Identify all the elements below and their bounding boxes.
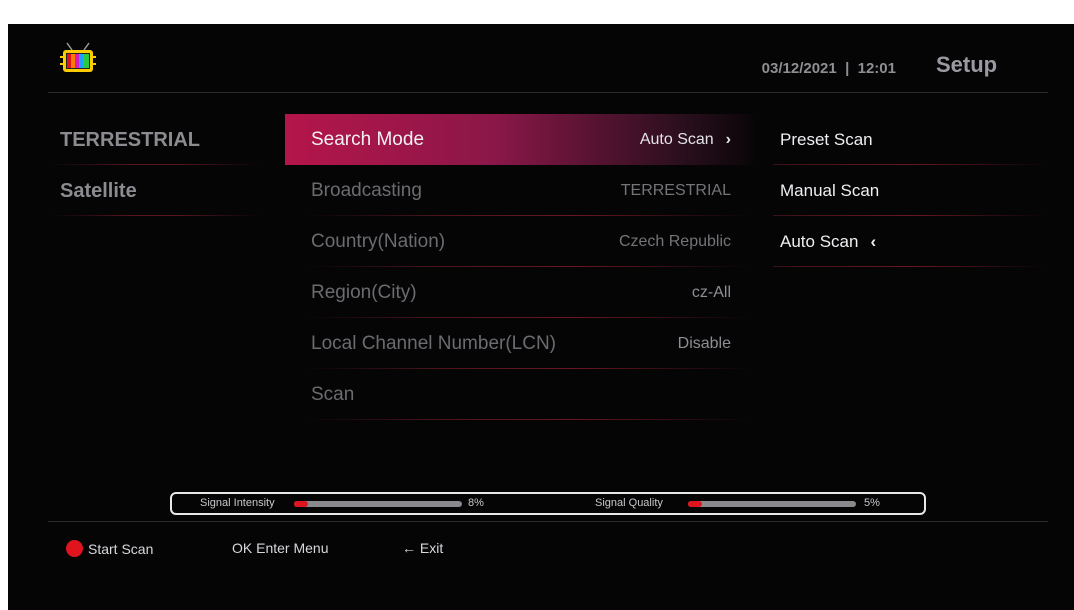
menu-item-value: Auto Scan › xyxy=(640,131,731,149)
tab-terrestrial-label: TERRESTRIAL xyxy=(60,128,200,151)
signal-quality-fill xyxy=(688,501,702,507)
menu-item-broadcasting[interactable]: Broadcasting TERRESTRIAL xyxy=(285,165,753,216)
option-label: Manual Scan xyxy=(780,180,880,200)
menu-item-country[interactable]: Country(Nation) Czech Republic xyxy=(285,216,753,267)
tv-logo-icon xyxy=(60,42,96,72)
time: 12:01 xyxy=(857,60,896,77)
enter-menu-button[interactable]: OK Enter Menu xyxy=(232,540,329,556)
enter-menu-label: Enter Menu xyxy=(256,540,329,556)
search-mode-options: Preset Scan Manual Scan Auto Scan ‹ xyxy=(773,114,1048,267)
settings-menu: Search Mode Auto Scan › Broadcasting TERR… xyxy=(285,114,753,420)
tab-satellite-label: Satellite xyxy=(60,179,137,202)
start-scan-button[interactable]: Start Scan xyxy=(66,540,153,557)
tv-setup-screen: 03/12/2021 | 12:01 Setup TERRESTRIAL Sat… xyxy=(8,24,1074,610)
red-button-icon xyxy=(66,540,83,557)
signal-quality-bar xyxy=(688,501,856,507)
menu-item-label: Broadcasting xyxy=(311,179,422,201)
option-auto-scan[interactable]: Auto Scan ‹ xyxy=(773,216,1048,267)
option-label: Auto Scan xyxy=(780,231,859,251)
tab-terrestrial[interactable]: TERRESTRIAL xyxy=(50,115,260,165)
menu-item-region[interactable]: Region(City) cz-All xyxy=(285,267,753,318)
menu-item-lcn[interactable]: Local Channel Number(LCN) Disable xyxy=(285,318,753,369)
option-preset-scan[interactable]: Preset Scan xyxy=(773,114,1048,165)
menu-item-value: TERRESTRIAL xyxy=(620,181,731,199)
menu-item-label: Scan xyxy=(311,383,355,405)
start-scan-label: Start Scan xyxy=(88,540,154,557)
cropped-caption-strip xyxy=(0,0,1074,24)
menu-item-value: cz-All xyxy=(691,283,731,301)
date-time: 03/12/2021 | 12:01 xyxy=(762,60,896,77)
menu-item-label: Local Channel Number(LCN) xyxy=(311,332,556,354)
signal-intensity-bar xyxy=(294,501,462,507)
ok-key-label: OK xyxy=(232,540,253,556)
chevron-right-icon: › xyxy=(725,130,731,148)
signal-quality-label: Signal Quality xyxy=(595,497,663,509)
option-label: Preset Scan xyxy=(780,129,873,149)
signal-quality-value: 5% xyxy=(864,497,880,509)
signal-intensity-label: Signal Intensity xyxy=(200,497,275,509)
footer-divider xyxy=(48,521,1048,522)
signal-intensity-fill xyxy=(294,501,308,507)
tab-satellite[interactable]: Satellite xyxy=(50,166,260,216)
header-divider xyxy=(48,92,1048,93)
cropped-caption-text xyxy=(105,0,118,24)
menu-item-search-mode[interactable]: Search Mode Auto Scan › xyxy=(285,114,753,165)
menu-item-scan[interactable]: Scan xyxy=(285,369,753,420)
signal-intensity-value: 8% xyxy=(468,497,484,509)
date-time-separator: | xyxy=(845,60,850,77)
exit-button[interactable]: ← Exit xyxy=(402,540,443,556)
exit-label: Exit xyxy=(419,540,444,556)
back-arrow-icon: ← xyxy=(402,540,416,556)
option-manual-scan[interactable]: Manual Scan xyxy=(773,165,1048,216)
signal-panel: Signal Intensity 8% Signal Quality 5% xyxy=(170,492,926,515)
date: 03/12/2021 xyxy=(761,60,837,77)
menu-item-label: Country(Nation) xyxy=(311,230,446,252)
menu-item-label: Region(City) xyxy=(311,281,417,303)
menu-item-label: Search Mode xyxy=(311,128,425,150)
menu-item-value: Disable xyxy=(677,334,731,352)
page-title: Setup xyxy=(936,52,998,77)
chevron-left-icon: ‹ xyxy=(870,231,877,251)
search-mode-value: Auto Scan xyxy=(639,130,714,148)
menu-item-value: Czech Republic xyxy=(618,232,731,250)
